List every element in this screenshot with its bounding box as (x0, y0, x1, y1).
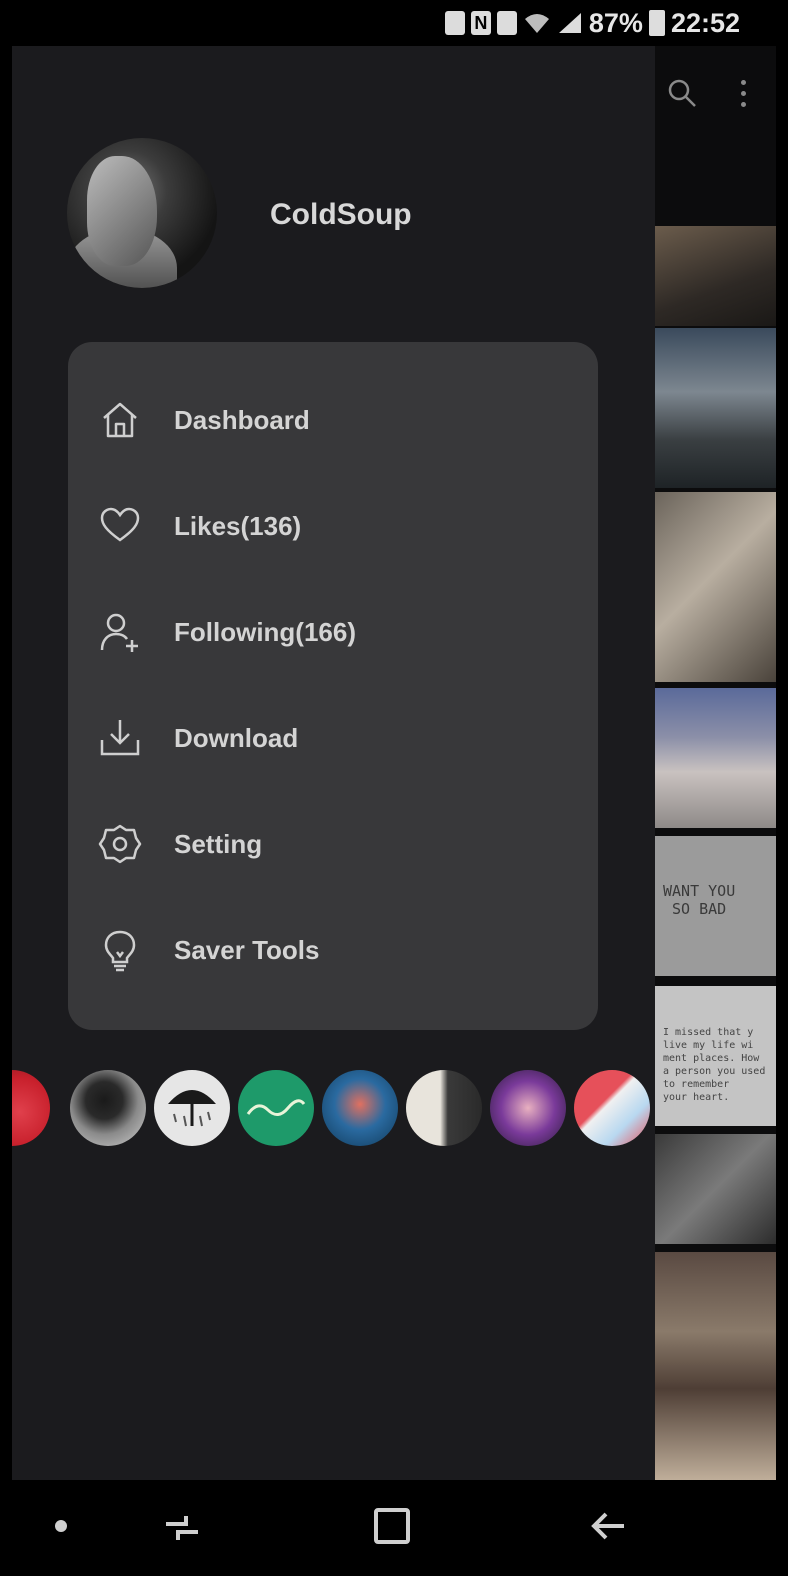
thumbnail-3[interactable] (655, 492, 776, 682)
search-icon[interactable] (667, 78, 697, 108)
home-square-icon[interactable] (374, 1508, 410, 1544)
thumbnail-6[interactable]: I missed that y live my life wi ment pla… (655, 986, 776, 1126)
featured-avatars-row[interactable] (12, 1070, 655, 1150)
cartoon-avatar[interactable] (322, 1070, 398, 1146)
red-white-avatar[interactable] (574, 1070, 650, 1146)
menu-item-download[interactable]: Download (68, 698, 598, 778)
download-icon (100, 720, 140, 756)
profile-username[interactable]: ColdSoup (270, 198, 412, 232)
background-app: WANT YOU SO BAD I missed that y live my … (655, 46, 776, 1480)
gear-icon (98, 824, 142, 864)
menu-item-setting[interactable]: Setting (68, 804, 598, 884)
menu-item-dashboard[interactable]: Dashboard (68, 380, 598, 460)
menu-card: Dashboard Likes(136) Following(166) Down… (68, 342, 598, 1030)
anime-girl-avatar[interactable] (490, 1070, 566, 1146)
umbrella-avatar[interactable] (154, 1070, 230, 1146)
green-script-avatar[interactable] (238, 1070, 314, 1146)
thumbnail-7[interactable] (655, 1134, 776, 1244)
wifi-icon (524, 14, 549, 33)
thumbnail-8[interactable] (655, 1252, 776, 1480)
thumbnail-6-text: I missed that y live my life wi ment pla… (663, 1027, 766, 1103)
silhouette-avatar[interactable] (70, 1070, 146, 1146)
script-logo-icon (246, 1099, 306, 1116)
menu-item-following[interactable]: Following(166) (68, 592, 598, 672)
add-user-icon (100, 613, 138, 652)
thumbnail-1[interactable] (655, 226, 776, 326)
menu-item-likes[interactable]: Likes(136) (68, 486, 598, 566)
menu-label-dashboard: Dashboard (174, 404, 310, 435)
navigation-drawer: ColdSoup Dashboard Likes(136) Following(… (12, 46, 655, 1480)
menu-label-setting: Setting (174, 828, 263, 859)
phone-screen: N 87% 22:52 WANT YOU SO BAD I missed tha… (12, 0, 776, 1576)
battery-icon (648, 10, 665, 36)
thumbnail-5-text: WANT YOU SO BAD (663, 882, 736, 918)
cherry-avatar[interactable] (12, 1070, 50, 1146)
umbrella-icon (168, 1090, 216, 1127)
more-vert-icon[interactable] (739, 80, 747, 110)
background-toolbar (655, 46, 776, 146)
profile-avatar[interactable] (67, 138, 217, 288)
home-icon (103, 402, 137, 438)
menu-label-likes: Likes(136) (174, 510, 302, 541)
thumbnail-2[interactable] (655, 328, 776, 488)
thumbnail-5[interactable]: WANT YOU SO BAD (655, 836, 776, 976)
menu-label-download: Download (174, 722, 299, 753)
back-arrow-icon[interactable] (590, 1506, 630, 1546)
menu-label-saver-tools: Saver Tools (174, 934, 320, 965)
heart-icon (100, 507, 140, 542)
battery-percent: 87% (588, 7, 643, 38)
menu-label-following: Following(166) (174, 616, 356, 647)
dot-icon[interactable] (55, 1520, 67, 1532)
avatar-face-shape (87, 156, 157, 266)
recents-icon[interactable] (162, 1508, 202, 1548)
gallery-notification-icon (496, 11, 517, 35)
nfc-icon: N (470, 11, 491, 35)
man-in-suit-avatar[interactable] (406, 1070, 482, 1146)
thumbnail-4[interactable] (655, 688, 776, 828)
clock: 22:52 (670, 7, 740, 38)
signal-icon (558, 13, 581, 33)
menu-item-saver-tools[interactable]: Saver Tools (68, 910, 598, 990)
system-navigation-bar (12, 1480, 776, 1576)
lightbulb-icon (104, 930, 136, 972)
photo-notification-icon (444, 11, 465, 35)
status-bar: N 87% 22:52 (12, 0, 776, 46)
status-icons: N 87% 22:52 (444, 7, 740, 38)
